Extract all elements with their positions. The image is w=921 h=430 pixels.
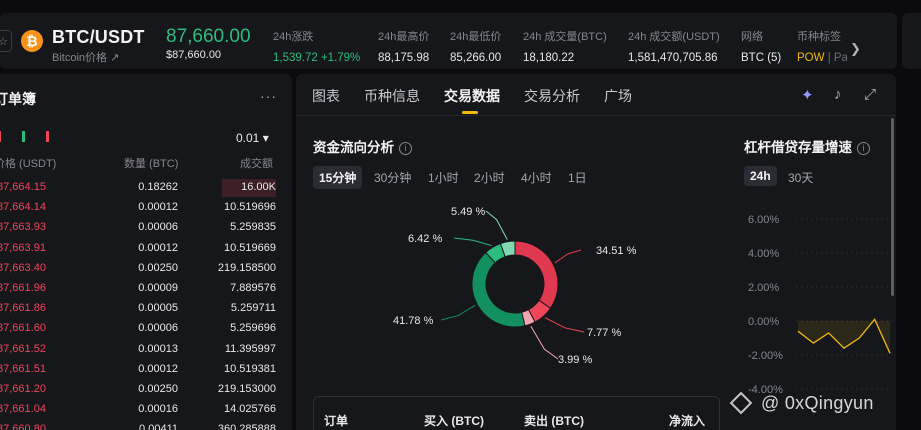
orderbook-row[interactable]: 87,661.86 0.00005 5.259711 (0, 299, 292, 319)
orderbook-row[interactable]: 87,661.51 0.00012 10.519381 (0, 360, 292, 380)
last-price: 87,660.00 (166, 26, 251, 47)
ask-total: 10.519381 (224, 362, 276, 375)
orderbook-title: 订单簿 (0, 91, 36, 107)
ask-price: 87,664.14 (0, 201, 46, 214)
ask-total: 16.00K (241, 181, 276, 193)
ask-qty: 0.00006 (138, 322, 178, 335)
trading-data-panel: 图表 币种信息 交易数据 交易分析 广场 ✦ ♪ ⤢ 资金流向分析 i 15分钟 … (296, 74, 896, 430)
view-bids-icon[interactable] (22, 131, 32, 142)
orderbook-row[interactable]: 87,663.93 0.00006 5.259835 (0, 218, 292, 238)
pair-symbol[interactable]: BTC/USDT (52, 27, 145, 48)
ask-price: 87,663.91 (0, 241, 46, 254)
header-price: 价格 (USDT) (0, 158, 57, 170)
orderbook-row[interactable]: 87,664.14 0.00012 10.519696 (0, 198, 292, 218)
ask-price: 87,661.86 (0, 302, 46, 315)
orderbook-row[interactable]: 87,661.60 0.00006 5.259696 (0, 319, 292, 339)
ask-total: 11.395997 (224, 342, 276, 355)
stat-24h-high: 24h最高价 88,175.98 (378, 31, 430, 64)
view-both-icon[interactable] (0, 131, 8, 142)
ask-total: 10.519696 (224, 201, 276, 214)
ask-price: 87,661.60 (0, 322, 46, 335)
ask-total: 219.153000 (217, 383, 276, 395)
orderbook-row[interactable]: 87,664.15 0.18262 16.00K (0, 178, 292, 198)
orderbook-view-toggles (0, 131, 56, 142)
ask-total: 10.519669 (224, 241, 276, 254)
ask-price: 87,660.80 (0, 423, 46, 430)
ask-total: 7.889576 (230, 282, 276, 294)
header-qty: 数量 (BTC) (124, 158, 179, 170)
orderbook-row[interactable]: 87,661.96 0.00009 7.889576 (0, 279, 292, 299)
more-options-icon[interactable]: ··· (260, 88, 277, 104)
stat-24h-low: 24h最低价 85,266.00 (450, 31, 502, 64)
ticker-bar: ☆ ₿ BTC/USDT Bitcoin价格 ↗ 87,660.00 $87,6… (0, 13, 897, 69)
chevron-right-icon[interactable]: ❯ (850, 41, 861, 57)
orderbook-row[interactable]: 87,663.40 0.00250 219.158500 (0, 259, 292, 279)
ask-qty: 0.00012 (138, 241, 178, 254)
stat-24h-turnover: 24h 成交额(USDT) 1,581,470,705.86 (628, 31, 720, 64)
y-tick-label: 0.00% (748, 316, 779, 328)
favorite-star-icon[interactable]: ☆ (0, 30, 12, 52)
ask-qty: 0.00411 (139, 423, 178, 430)
ask-total: 5.259696 (230, 322, 276, 335)
watermark: @ 0xQingyun (729, 391, 874, 415)
orderbook-row[interactable]: 87,663.91 0.00012 10.519669 (0, 239, 292, 259)
ask-price: 87,664.15 (0, 181, 46, 193)
ask-price: 87,663.93 (0, 221, 46, 234)
last-price-usd: $87,660.00 (166, 49, 222, 61)
ask-qty: 0.00006 (138, 221, 178, 234)
view-asks-icon[interactable] (46, 131, 56, 142)
ask-qty: 0.00250 (138, 383, 178, 395)
ask-qty: 0.00012 (138, 362, 178, 375)
orderbook-row[interactable]: 87,661.52 0.00013 11.395997 (0, 340, 292, 360)
orderbook-row[interactable]: 87,661.20 0.00250 219.153000 (0, 380, 292, 400)
ask-price: 87,661.04 (0, 403, 46, 416)
stat-network[interactable]: 网络 BTC (5) (741, 28, 781, 64)
ask-total: 219.158500 (217, 261, 276, 274)
ask-price: 87,661.52 (0, 342, 46, 355)
y-tick-label: 2.00% (748, 282, 779, 294)
ask-price: 87,661.20 (0, 383, 46, 395)
ask-price: 87,663.40 (0, 261, 46, 274)
orderbook-row[interactable]: 87,660.80 0.00411 360.285888 (0, 420, 292, 430)
orderbook-panel: 订单簿 ··· 0.01 ▾ 价格 (USDT) 数量 (BTC) 成交额 87… (0, 74, 292, 430)
ask-qty: 0.18262 (138, 181, 178, 193)
ask-price: 87,661.51 (0, 362, 46, 375)
ask-qty: 0.00009 (138, 282, 178, 294)
ask-qty: 0.00016 (138, 403, 178, 416)
stat-24h-change: 24h涨跌 1,539.72 +1.79% (273, 31, 361, 64)
watermark-logo-icon (729, 391, 753, 415)
ask-total: 5.259711 (230, 302, 276, 315)
y-tick-label: -2.00% (748, 350, 783, 362)
ask-total: 360.285888 (217, 423, 276, 430)
y-tick-label: 6.00% (748, 214, 779, 226)
ask-total: 5.259835 (230, 221, 276, 234)
margin-growth-chart: 6.00%4.00%2.00%0.00%-2.00%-4.00% (748, 214, 892, 396)
stat-coin-tags[interactable]: 币种标签 POW | Pay (797, 28, 847, 64)
ask-qty: 0.00013 (138, 342, 178, 355)
ask-price: 87,661.96 (0, 282, 46, 294)
pair-subtitle-link[interactable]: Bitcoin价格 ↗ (52, 49, 119, 65)
ticker-right-edge (902, 13, 921, 69)
y-tick-label: 4.00% (748, 248, 779, 260)
panel-scrollbar[interactable] (891, 118, 894, 296)
ask-qty: 0.00250 (138, 261, 178, 274)
ask-qty: 0.00005 (138, 302, 178, 315)
stat-24h-volume: 24h 成交量(BTC) 18,180.22 (523, 31, 607, 64)
bitcoin-logo-icon: ₿ (21, 30, 43, 52)
precision-select[interactable]: 0.01 ▾ (236, 131, 269, 145)
ask-total: 14.025766 (224, 403, 276, 416)
header-total: 成交额 (240, 158, 273, 170)
orderbook-row[interactable]: 87,661.04 0.00016 14.025766 (0, 400, 292, 420)
ask-qty: 0.00012 (138, 201, 178, 214)
